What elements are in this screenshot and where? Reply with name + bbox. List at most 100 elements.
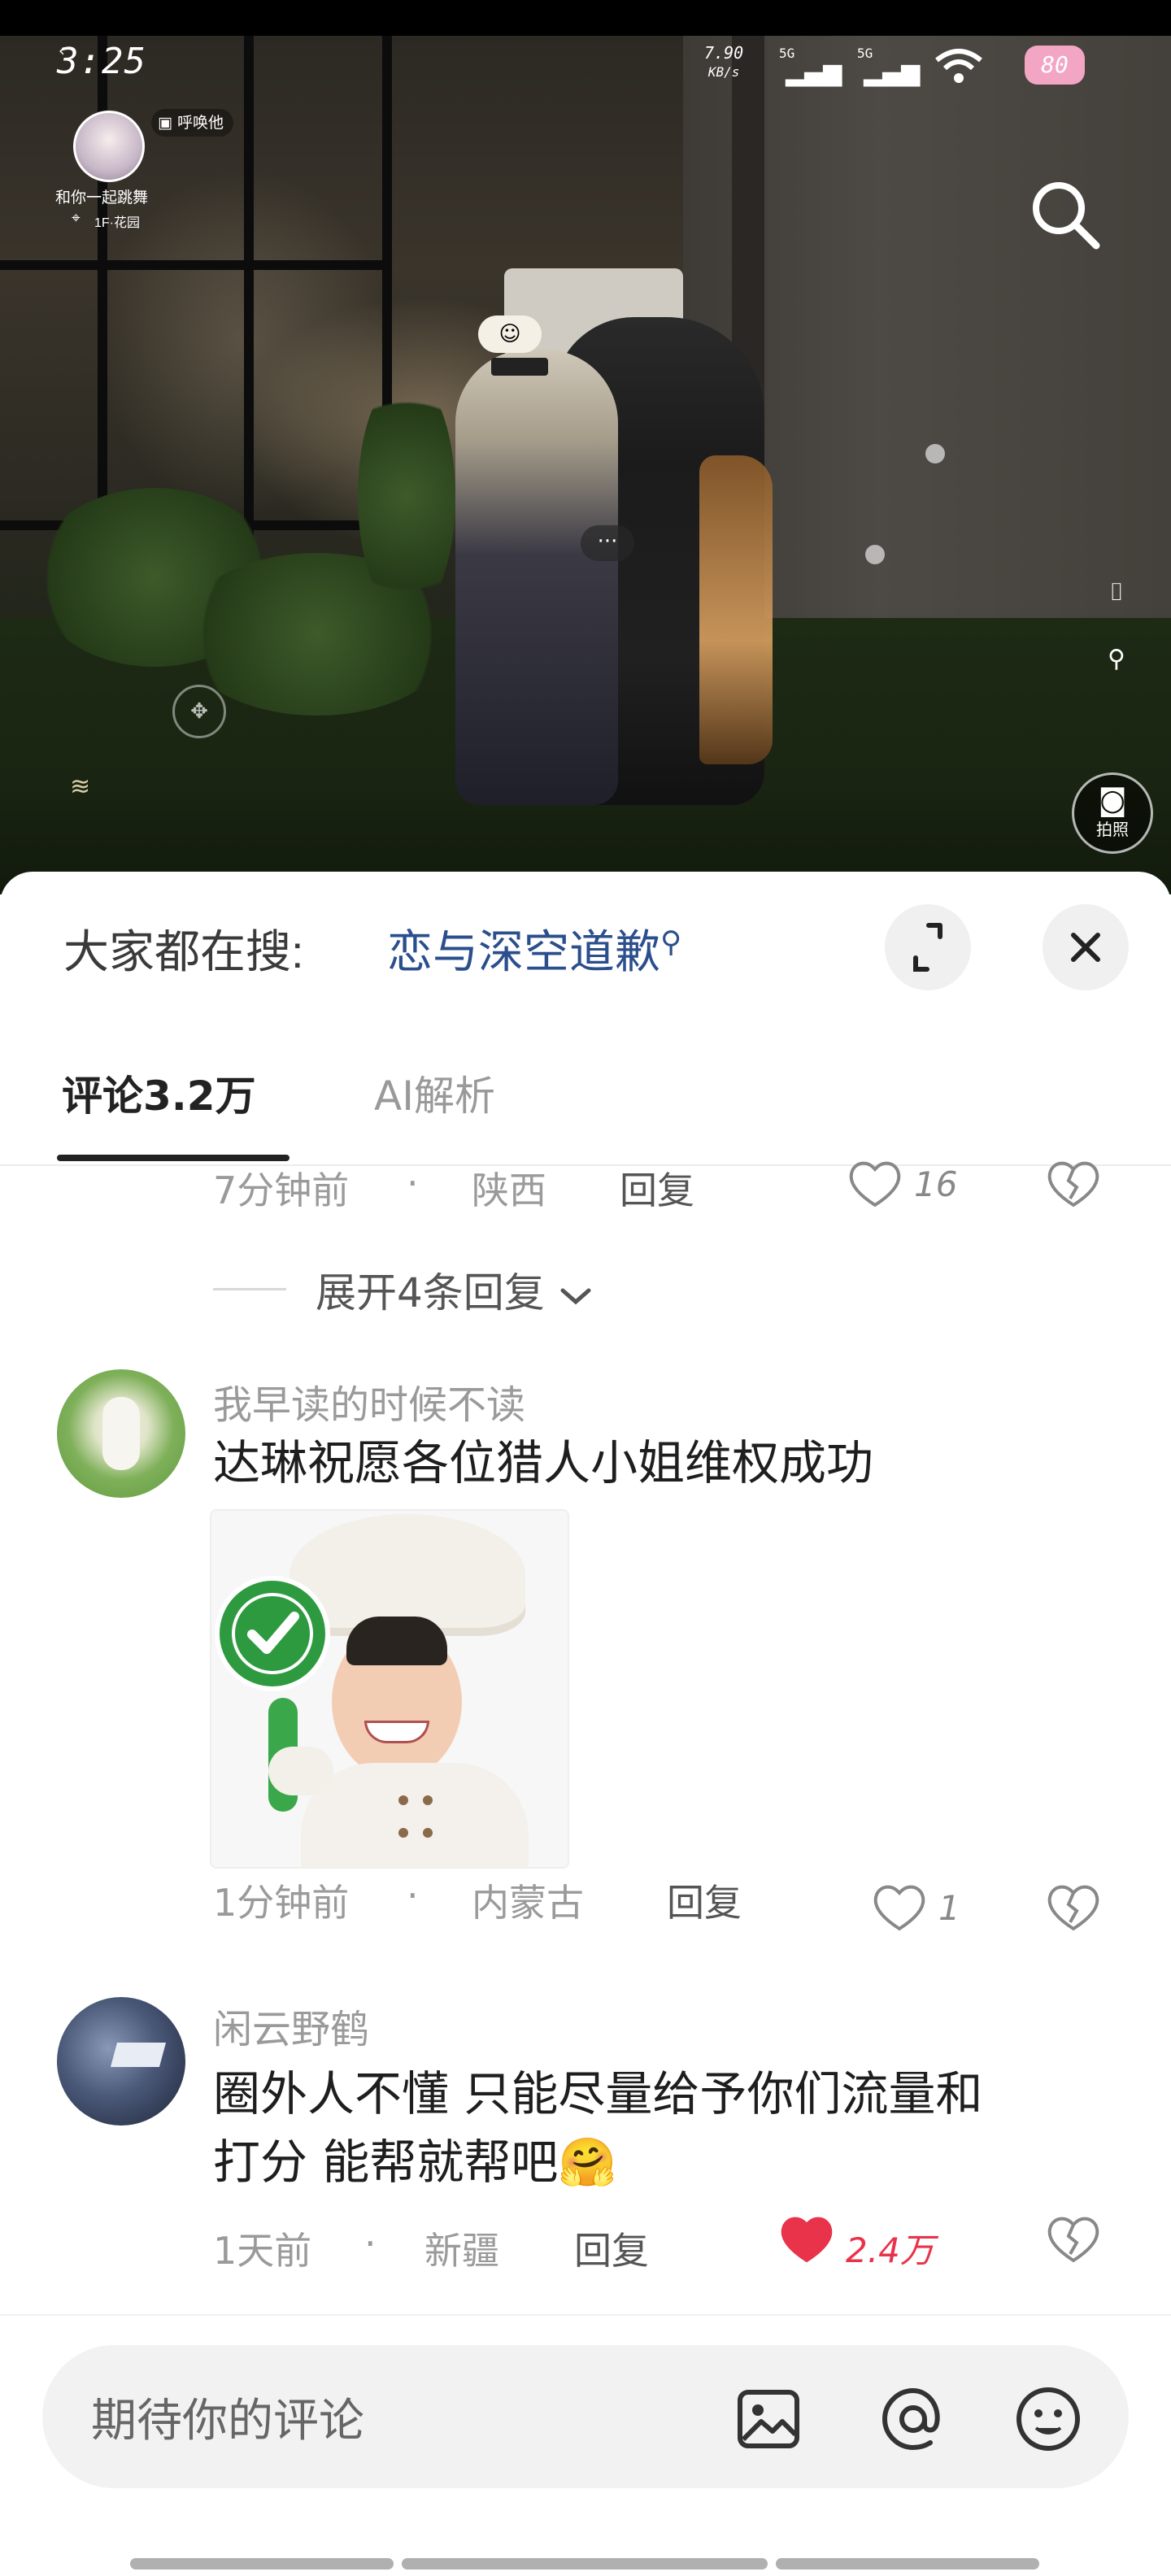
comment-time: 7分钟前 [213, 1168, 350, 1212]
status-bar-background [0, 0, 1171, 36]
comment-text-line-2: 打分 能帮就帮吧🤗 [213, 2134, 617, 2190]
like-count: 1 [938, 1888, 960, 1928]
comment-tabs: 评论3.2万 AI解析 [0, 1039, 1171, 1166]
garden-flowers [358, 374, 455, 618]
like-count: 2.4万 [846, 2230, 934, 2270]
comment-location: 内蒙古 [472, 1881, 584, 1925]
coat-button [423, 1828, 433, 1838]
like-count: 16 [914, 1164, 958, 1204]
character-female [455, 350, 618, 805]
camera-icon: ◙ [1098, 784, 1127, 817]
home-indicator [402, 2558, 768, 2569]
screenshot-icon[interactable]: ⌷ [1099, 576, 1134, 610]
player-avatar[interactable] [73, 111, 145, 182]
expand-divider [213, 1288, 286, 1290]
dislike-broken-heart-icon[interactable] [1044, 1158, 1103, 1210]
like-heart-icon[interactable] [846, 1158, 904, 1210]
chef-coat [301, 1763, 529, 1867]
reply-button[interactable]: 回复 [574, 2221, 649, 2275]
expand-button[interactable] [885, 904, 971, 990]
comment-sticker-image[interactable] [210, 1509, 569, 1869]
expand-replies-link[interactable]: 展开4条回复 [316, 1260, 594, 1319]
meta-separator: · [364, 2221, 377, 2265]
chef-face [332, 1617, 462, 1779]
call-chip-label: 呼唤他 [177, 114, 224, 132]
close-icon [1071, 933, 1100, 962]
home-indicator [130, 2558, 394, 2569]
tab-comments[interactable]: 评论3.2万 [62, 1064, 256, 1122]
signal-bars-icon-2: ▂▄▆ [864, 59, 921, 87]
image-icon[interactable] [732, 2382, 805, 2456]
chef-hair [346, 1617, 447, 1665]
battery-indicator: 80 [1025, 46, 1085, 85]
comment-time: 1天前 [213, 2229, 312, 2273]
comment-username[interactable]: 闲云野鹤 [213, 1997, 369, 2054]
trending-query-link[interactable]: 恋与深空道歉⚲ [387, 916, 681, 981]
meta-separator: · [407, 1873, 419, 1917]
comment-input-placeholder: 期待你的评论 [91, 2395, 364, 2448]
chevron-down-icon [560, 1288, 591, 1304]
like-heart-icon[interactable] [870, 1882, 929, 1934]
chef-hand [268, 1747, 333, 1795]
close-button[interactable] [1043, 904, 1129, 990]
comment-text: 达琳祝愿各位猎人小姐维权成功 [213, 1435, 874, 1490]
comment-avatar[interactable] [57, 1997, 185, 2126]
checkmark-icon [232, 1593, 313, 1674]
dislike-broken-heart-icon[interactable] [1044, 1882, 1103, 1934]
comment-location: 陕西 [472, 1168, 546, 1212]
location-label: 1F·花园 [94, 216, 141, 230]
comment-text-line-1: 圈外人不懂 只能尽量给予你们流量和 [213, 2066, 983, 2121]
avatar-detail [110, 2043, 167, 2067]
reply-button[interactable]: 回复 [667, 1873, 742, 1927]
comment-location: 新疆 [424, 2229, 499, 2273]
expand-replies-label: 展开4条回复 [316, 1269, 545, 1316]
dislike-broken-heart-icon[interactable] [1044, 2213, 1103, 2265]
avatar-figure [102, 1397, 140, 1470]
comment-username[interactable]: 我早读的时候不读 [213, 1373, 525, 1429]
network-speed-value: 7.90 [704, 43, 744, 63]
network-speed: 7.90 KB/s [704, 44, 743, 81]
meta-separator: · [407, 1161, 419, 1205]
chef-smile [364, 1721, 429, 1743]
liked-heart-icon[interactable] [777, 2213, 836, 2265]
network-speed-unit: KB/s [707, 64, 740, 80]
location-pin-icon: ⌖ [72, 210, 81, 227]
trending-prefix: 大家都在搜: [63, 926, 304, 977]
magnify-icon[interactable]: ⚲ [1099, 642, 1134, 677]
emote-bubble-icon: ☺ [478, 315, 542, 353]
photo-button-label: 拍照 [1096, 820, 1129, 839]
more-options-icon[interactable]: ··· [581, 525, 634, 561]
checkmark-sign-icon [215, 1576, 330, 1691]
avatar-caption: 和你一起跳舞 [55, 189, 149, 207]
active-tab-indicator [57, 1155, 289, 1161]
character-crown [491, 358, 548, 376]
scene-marker-dot [865, 545, 885, 564]
coat-button [423, 1795, 433, 1805]
window-frame [244, 36, 254, 556]
reply-button[interactable]: 回复 [620, 1161, 694, 1215]
window-frame [0, 260, 390, 270]
joystick-icon[interactable]: ✥ [172, 685, 226, 738]
call-chip[interactable]: ▣ 呼唤他 [151, 109, 234, 137]
trending-query-text: 恋与深空道歉 [387, 926, 660, 979]
wifi-icon [935, 49, 982, 83]
mention-at-icon[interactable] [877, 2382, 950, 2456]
status-time: 3:25 [57, 41, 146, 82]
composer-divider [0, 2314, 1171, 2316]
home-indicator [776, 2558, 1039, 2569]
emoji-icon[interactable] [1012, 2382, 1085, 2456]
character-cape [699, 455, 773, 764]
comment-avatar[interactable] [57, 1369, 185, 1498]
search-icon[interactable] [1026, 176, 1104, 254]
chat-bubble-icon: ▣ [158, 114, 177, 132]
video-player[interactable]: ‹ 3:25 7.90 KB/s 5G ▂▄▆ 5G ▂▄▆ 80 ▣ 呼唤他 … [0, 0, 1171, 894]
expand-icon [913, 923, 942, 972]
photo-button[interactable]: ◙ 拍照 [1072, 772, 1153, 854]
signal-bars-icon-1: ▂▄▆ [786, 59, 842, 87]
comment-time: 1分钟前 [213, 1881, 350, 1925]
scene-marker-dot [925, 444, 945, 463]
tab-ai-analysis[interactable]: AI解析 [374, 1064, 495, 1122]
footsteps-icon: ≋ [70, 772, 91, 801]
search-small-icon: ⚲ [660, 925, 682, 959]
coat-button [398, 1828, 408, 1838]
